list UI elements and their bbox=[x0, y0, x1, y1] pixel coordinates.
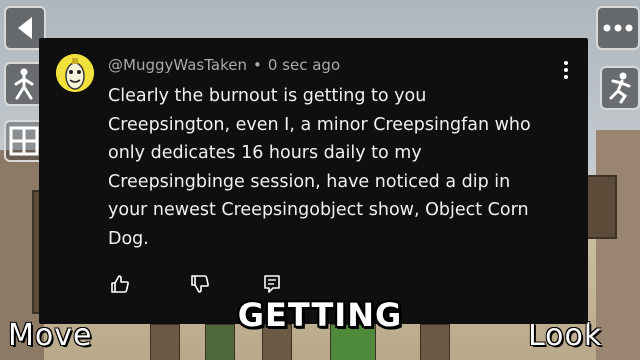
more-vertical-icon bbox=[564, 61, 568, 79]
avatar-character-icon bbox=[56, 54, 94, 92]
back-arrow-icon bbox=[18, 17, 32, 39]
inventory-button[interactable] bbox=[4, 120, 44, 162]
reply-button[interactable] bbox=[260, 272, 284, 296]
avatar bbox=[56, 54, 94, 92]
like-button[interactable] bbox=[108, 272, 132, 296]
menu-button[interactable] bbox=[596, 6, 640, 50]
meta-separator: • bbox=[253, 56, 262, 74]
reply-comment-icon bbox=[264, 275, 280, 293]
comment-timestamp: 0 sec ago bbox=[267, 56, 341, 74]
comment-body: Clearly the burnout is getting to you Cr… bbox=[108, 82, 578, 253]
dislike-button[interactable] bbox=[188, 272, 212, 296]
comment-more-button[interactable] bbox=[558, 60, 574, 82]
comment-line: Dog. bbox=[108, 228, 149, 249]
comment-line: Creepsingbinge session, have noticed a d… bbox=[108, 171, 511, 192]
comment-line: your newest Creepsingobject show, Object… bbox=[108, 200, 529, 220]
jumping-person-icon bbox=[609, 72, 631, 104]
comment-author[interactable]: @MuggyWasTaken bbox=[108, 56, 247, 74]
comment-line: only dedicates 16 hours daily to my bbox=[108, 143, 422, 163]
subtitle-caption: GETTING bbox=[237, 296, 403, 334]
more-horizontal-icon bbox=[603, 24, 633, 32]
thumbs-down-icon bbox=[191, 275, 209, 293]
walk-toggle-button[interactable] bbox=[4, 62, 44, 106]
jump-button[interactable] bbox=[600, 66, 640, 110]
comment-line: Clearly the burnout is getting to you bbox=[108, 86, 427, 106]
comment-line: Creepsington, even I, a minor Creepsingf… bbox=[108, 114, 531, 135]
thumbs-up-icon bbox=[111, 275, 129, 293]
comment-meta: @MuggyWasTaken • 0 sec ago bbox=[108, 56, 340, 74]
walking-person-icon bbox=[14, 68, 34, 100]
grid-icon bbox=[9, 126, 39, 156]
scene-block bbox=[585, 175, 617, 239]
